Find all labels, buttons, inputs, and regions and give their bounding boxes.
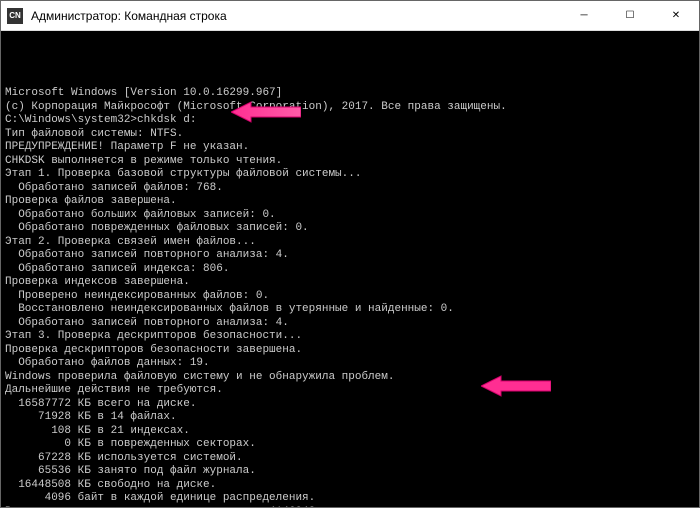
terminal-line: Проверка дескрипторов безопасности завер…: [5, 344, 695, 358]
terminal-line: 65536 КБ занято под файл журнала.: [5, 465, 695, 479]
window-title: Администратор: Командная строка: [29, 9, 561, 23]
terminal-line: Обработано записей повторного анализа: 4…: [5, 249, 695, 263]
terminal-line: Windows проверила файловую систему и не …: [5, 371, 695, 385]
terminal-line: Этап 3. Проверка дескрипторов безопаснос…: [5, 330, 695, 344]
terminal-line: Обработано поврежденных файловых записей…: [5, 222, 695, 236]
command-prompt-window: CN Администратор: Командная строка ─ ☐ ✕: [0, 0, 700, 508]
terminal-line: Всего единиц распределения на диске: 414…: [5, 506, 695, 508]
terminal-line: 67228 КБ используется системой.: [5, 452, 695, 466]
terminal-line: Восстановлено неиндексированных файлов в…: [5, 303, 695, 317]
maximize-button[interactable]: ☐: [607, 1, 653, 30]
minimize-button[interactable]: ─: [561, 1, 607, 30]
terminal-line: ПРЕДУПРЕЖДЕНИЕ! Параметр F не указан.: [5, 141, 695, 155]
terminal-line: Обработано записей файлов: 768.: [5, 182, 695, 196]
terminal-line: Обработано записей повторного анализа: 4…: [5, 317, 695, 331]
terminal-output[interactable]: Microsoft Windows [Version 10.0.16299.96…: [1, 31, 699, 507]
terminal-line: C:\Windows\system32>chkdsk d:: [5, 114, 695, 128]
terminal-line: CHKDSK выполняется в режиме только чтени…: [5, 155, 695, 169]
terminal-line: Обработано файлов данных: 19.: [5, 357, 695, 371]
terminal-line: Обработано записей индекса: 806.: [5, 263, 695, 277]
terminal-line: Microsoft Windows [Version 10.0.16299.96…: [5, 87, 695, 101]
terminal-line: Тип файловой системы: NTFS.: [5, 128, 695, 142]
terminal-line: 0 КБ в поврежденных секторах.: [5, 438, 695, 452]
terminal-line: 4096 байт в каждой единице распределения…: [5, 492, 695, 506]
terminal-line: 16448508 КБ свободно на диске.: [5, 479, 695, 493]
window-controls: ─ ☐ ✕: [561, 1, 699, 30]
terminal-line: Проверка индексов завершена.: [5, 276, 695, 290]
terminal-line: Проверено неиндексированных файлов: 0.: [5, 290, 695, 304]
terminal-line: Обработано больших файловых записей: 0.: [5, 209, 695, 223]
terminal-line: 71928 КБ в 14 файлах.: [5, 411, 695, 425]
terminal-line: 108 КБ в 21 индексах.: [5, 425, 695, 439]
terminal-line: 16587772 КБ всего на диске.: [5, 398, 695, 412]
terminal-line: (c) Корпорация Майкрософт (Microsoft Cor…: [5, 101, 695, 115]
terminal-line: Проверка файлов завершена.: [5, 195, 695, 209]
terminal-line: Дальнейшие действия не требуются.: [5, 384, 695, 398]
app-icon: CN: [7, 8, 23, 24]
titlebar[interactable]: CN Администратор: Командная строка ─ ☐ ✕: [1, 1, 699, 31]
close-button[interactable]: ✕: [653, 1, 699, 30]
terminal-line: Этап 2. Проверка связей имен файлов...: [5, 236, 695, 250]
terminal-line: Этап 1. Проверка базовой структуры файло…: [5, 168, 695, 182]
